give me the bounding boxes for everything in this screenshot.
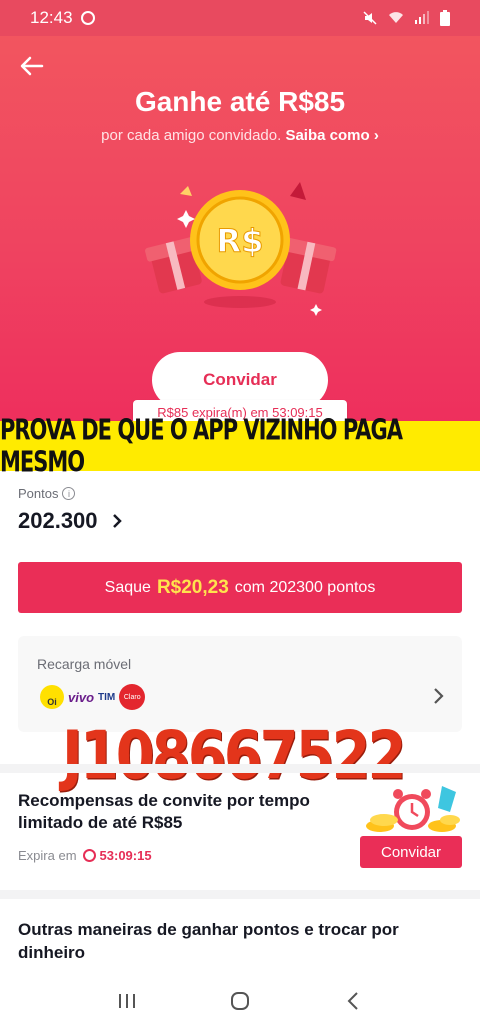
mute-icon <box>363 11 377 25</box>
claro-logo: Claro <box>119 684 146 710</box>
section-divider <box>0 890 480 899</box>
back-arrow-icon[interactable] <box>18 52 46 80</box>
back-nav-icon[interactable] <box>338 986 368 1016</box>
battery-icon <box>440 10 450 26</box>
info-icon[interactable]: i <box>62 487 76 500</box>
tim-logo: TIM <box>98 691 116 703</box>
reward-expiry: Expira em 53:09:15 <box>18 848 152 863</box>
points-balance[interactable]: 202.300 <box>18 508 122 534</box>
status-bar: 12:43 <box>0 0 480 36</box>
page-subtitle: por cada amigo convidado. Saiba como › <box>101 127 379 144</box>
status-icons <box>362 10 450 26</box>
reward-timer: 53:09:15 <box>82 848 152 863</box>
section-divider <box>0 764 480 773</box>
invite-hero: Ganhe até R$85 por cada amigo convidado.… <box>0 36 480 424</box>
whatsapp-icon <box>80 11 95 25</box>
overlay-code: J108667522 <box>62 718 407 795</box>
chevron-right-icon <box>112 514 122 528</box>
gift-coin-illustration: R$ <box>145 182 337 316</box>
withdraw-button[interactable]: Saque R$20,23 com 202300 pontos <box>18 562 462 613</box>
learn-more-link[interactable]: Saiba como <box>285 127 369 144</box>
recent-apps-icon[interactable] <box>112 986 142 1016</box>
wifi-icon <box>389 12 403 23</box>
chevron-right-icon <box>434 688 444 704</box>
signal-icon <box>415 11 429 24</box>
status-time: 12:43 <box>30 8 73 27</box>
reward-title: Recompensas de convite por tempo limitad… <box>18 791 310 832</box>
oi-logo: Oi <box>40 685 64 709</box>
clock-icon <box>82 849 96 862</box>
chevron-right-icon: › <box>373 127 379 144</box>
home-icon[interactable] <box>225 986 255 1016</box>
points-label: Pontos i <box>18 486 76 501</box>
other-ways-title: Outras maneiras de ganhar pontos e troca… <box>18 920 399 962</box>
overlay-banner: PROVA DE QUE O APP VIZINHO PAGA MESMO <box>0 414 480 478</box>
alarm-clock-coins-illustration <box>366 786 460 832</box>
recharge-title: Recarga móvel <box>37 656 132 672</box>
vivo-logo: vivo <box>68 689 95 705</box>
carrier-logos: Oi vivo TIM Claro <box>40 684 146 710</box>
overlay-banner-text: PROVA DE QUE O APP VIZINHO PAGA MESMO <box>0 413 403 479</box>
system-nav-bar <box>0 974 480 1028</box>
reward-invite-button[interactable]: Convidar <box>360 836 462 868</box>
page-title: Ganhe até R$85 <box>134 86 346 117</box>
withdraw-amount: R$20,23 <box>156 576 229 598</box>
coin-symbol: R$ <box>217 222 264 260</box>
